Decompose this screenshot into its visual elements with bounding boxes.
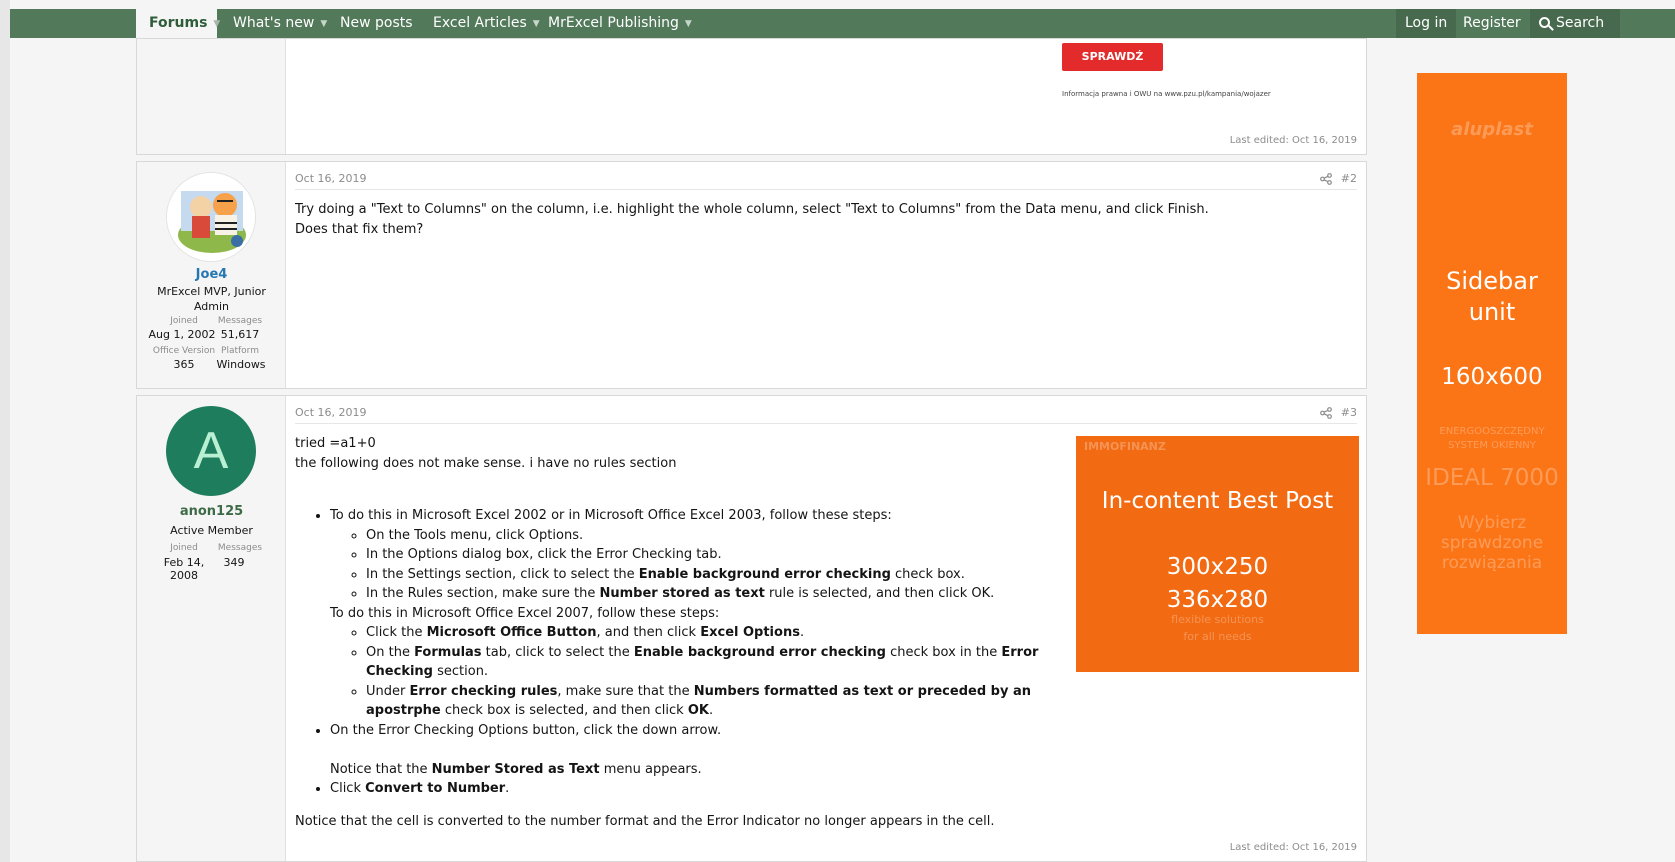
avatar[interactable]: A <box>166 406 256 496</box>
avatar[interactable] <box>166 172 256 262</box>
ad-size-label: 300x250 <box>1166 554 1269 580</box>
ad-faint-text: SYSTEM OKIENNY <box>1448 440 1536 451</box>
chevron-down-icon[interactable]: ▼ <box>685 10 692 39</box>
post-2-message: Oct 16, 2019 #2 Try doing a "Text to Col… <box>286 162 1366 388</box>
list-item: To do this in Microsoft Excel 2002 or in… <box>330 506 1075 721</box>
list-item-text: To do this in Microsoft Excel 2002 or in… <box>330 508 892 523</box>
post-1-user-cell <box>137 39 286 154</box>
login-button[interactable]: Log in <box>1396 9 1457 38</box>
list-item-text: On the Error Checking Options button, cl… <box>330 722 722 738</box>
messages-label: Messages <box>217 543 263 553</box>
list-item: In the Settings section, click to select… <box>366 565 1075 585</box>
post-text-line: Notice that the cell is converted to the… <box>295 813 995 829</box>
nav-publishing[interactable]: MrExcel Publishing ▼ <box>548 9 692 38</box>
post-body: Try doing a "Text to Columns" on the col… <box>295 200 1209 239</box>
header-divider <box>295 423 1357 424</box>
ad-faint-text: IMMOFINANZ <box>1084 440 1166 453</box>
chevron-down-icon[interactable]: ▼ <box>533 10 540 39</box>
messages-value: 51,617 <box>220 328 260 341</box>
list-item-text: Notice that the Number Stored as Text me… <box>330 761 702 777</box>
ad-faint-text: for all needs <box>1183 630 1252 643</box>
post-date[interactable]: Oct 16, 2019 <box>295 406 367 419</box>
nav-forums-label: Forums <box>149 15 208 31</box>
steps-list: To do this in Microsoft Excel 2002 or in… <box>295 506 1075 799</box>
username-link[interactable]: anon125 <box>137 504 286 519</box>
share-icon[interactable] <box>1320 173 1332 185</box>
in-content-ad[interactable]: IMMOFINANZ In-content Best Post 300x250 … <box>1076 436 1359 672</box>
ad-cta-button[interactable]: SPRAWDŹ <box>1062 43 1163 71</box>
list-item: In the Rules section, make sure the Numb… <box>366 584 1075 604</box>
post-2: Joe4 MrExcel MVP, Junior Admin Joined Me… <box>136 161 1367 389</box>
nav-publishing-label: MrExcel Publishing <box>548 15 679 31</box>
nav-excel-articles[interactable]: Excel Articles ▼ <box>433 9 540 38</box>
ad-size-label: 160x600 <box>1441 364 1543 390</box>
sidebar-ad[interactable]: aluplast Sidebar unit 160x600 ENERGOOSZC… <box>1417 73 1567 634</box>
ad-legal-text: Informacja prawna i OWU na www.pzu.pl/ka… <box>1062 90 1271 98</box>
post-number[interactable]: #2 <box>1341 172 1357 185</box>
search-icon <box>1539 17 1550 28</box>
header-divider <box>295 189 1357 190</box>
nav-whats-new[interactable]: What's new ▼ <box>233 9 327 38</box>
post-text-line: tried =a1+0 <box>295 436 376 451</box>
login-label: Log in <box>1405 15 1448 31</box>
ad-title: Sidebar <box>1446 267 1538 295</box>
nav-new-posts[interactable]: New posts <box>340 9 413 38</box>
ad-size-label: 336x280 <box>1166 587 1269 613</box>
ad-faint-text: IDEAL 7000 <box>1425 465 1559 491</box>
messages-value: 349 <box>223 556 245 569</box>
top-navigation: Forums ▼ What's new ▼ New posts Excel Arti… <box>10 9 1675 38</box>
post-2-user-cell: Joe4 MrExcel MVP, Junior Admin Joined Me… <box>137 162 286 388</box>
ad-faint-text: ENERGOOSZCZĘDNY <box>1439 426 1545 437</box>
platform-label: Platform <box>221 346 259 356</box>
nav-forums[interactable]: Forums ▼ <box>136 9 220 39</box>
list-item: On the Formulas tab, click to select the… <box>366 643 1050 682</box>
nav-new-posts-label: New posts <box>340 15 413 31</box>
post-3-user-cell: A anon125 Active Member Joined Messages … <box>137 396 286 861</box>
list-item: Click the Microsoft Office Button, and t… <box>366 623 1050 643</box>
list-item: Click Convert to Number. <box>330 779 1075 799</box>
last-edited: Last edited: Oct 16, 2019 <box>1229 135 1357 146</box>
ad-faint-text: rozwiązania <box>1441 553 1543 573</box>
cartoon-avatar-icon <box>167 173 255 261</box>
user-title: Active Member <box>170 524 253 537</box>
list-item: In the Options dialog box, click the Err… <box>366 545 1075 565</box>
ad-brand-logo: aluplast <box>1451 119 1533 140</box>
list-item: On the Tools menu, click Options. <box>366 526 1075 546</box>
ad-faint-text: Wybierz <box>1457 513 1527 533</box>
post-body: tried =a1+0 the following does not make … <box>295 434 1075 831</box>
share-icon[interactable] <box>1320 407 1332 419</box>
chevron-down-icon[interactable]: ▼ <box>320 10 327 39</box>
ad-faint-text: flexible solutions <box>1171 613 1264 626</box>
last-edited: Last edited: Oct 16, 2019 <box>1229 842 1357 853</box>
list-item: On the Error Checking Options button, cl… <box>330 721 1075 780</box>
search-label: Search <box>1556 15 1605 31</box>
list-item-text: To do this in Microsoft Office Excel 200… <box>330 605 720 621</box>
search-button[interactable]: Search <box>1530 9 1620 38</box>
messages-label: Messages <box>217 316 263 326</box>
register-label: Register <box>1463 15 1521 31</box>
post-text-line: Try doing a "Text to Columns" on the col… <box>295 202 1209 217</box>
post-date[interactable]: Oct 16, 2019 <box>295 172 367 185</box>
nav-whats-new-label: What's new <box>233 15 315 31</box>
platform-value: Windows <box>216 358 266 371</box>
nav-excel-articles-label: Excel Articles <box>433 15 527 31</box>
ad-title: In-content Best Post <box>1101 488 1334 514</box>
post-text-line: Does that fix them? <box>295 221 424 237</box>
username-link[interactable]: Joe4 <box>137 267 286 282</box>
post-number[interactable]: #3 <box>1341 406 1357 419</box>
user-title: MrExcel MVP, Junior Admin <box>157 285 266 313</box>
chevron-down-icon[interactable]: ▼ <box>213 10 220 39</box>
list-item: Under Error checking rules, make sure th… <box>366 682 1050 721</box>
post-text-line: the following does not make sense. i hav… <box>295 455 677 471</box>
ad-faint-text: sprawdzone <box>1440 533 1544 553</box>
register-button[interactable]: Register <box>1463 9 1521 38</box>
ad-title: unit <box>1468 298 1516 326</box>
